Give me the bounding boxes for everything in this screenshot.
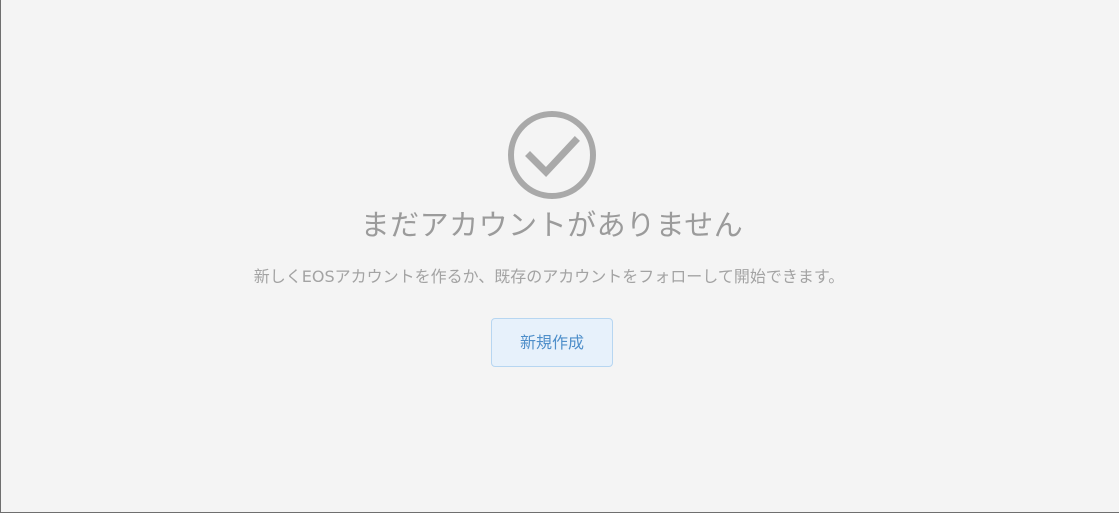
check-circle-icon bbox=[506, 110, 598, 202]
empty-state-description: 新しくEOSアカウントを作るか、既存のアカウントをフォローして開始できます。 bbox=[253, 267, 845, 286]
window-frame: まだアカウントがありません 新しくEOSアカウントを作るか、既存のアカウントをフ… bbox=[0, 0, 1119, 513]
empty-state-title: まだアカウントがありません bbox=[360, 208, 744, 242]
empty-account-state: まだアカウントがありません 新しくEOSアカウントを作るか、既存のアカウントをフ… bbox=[1, 0, 1119, 513]
create-account-button[interactable]: 新規作成 bbox=[491, 318, 613, 367]
